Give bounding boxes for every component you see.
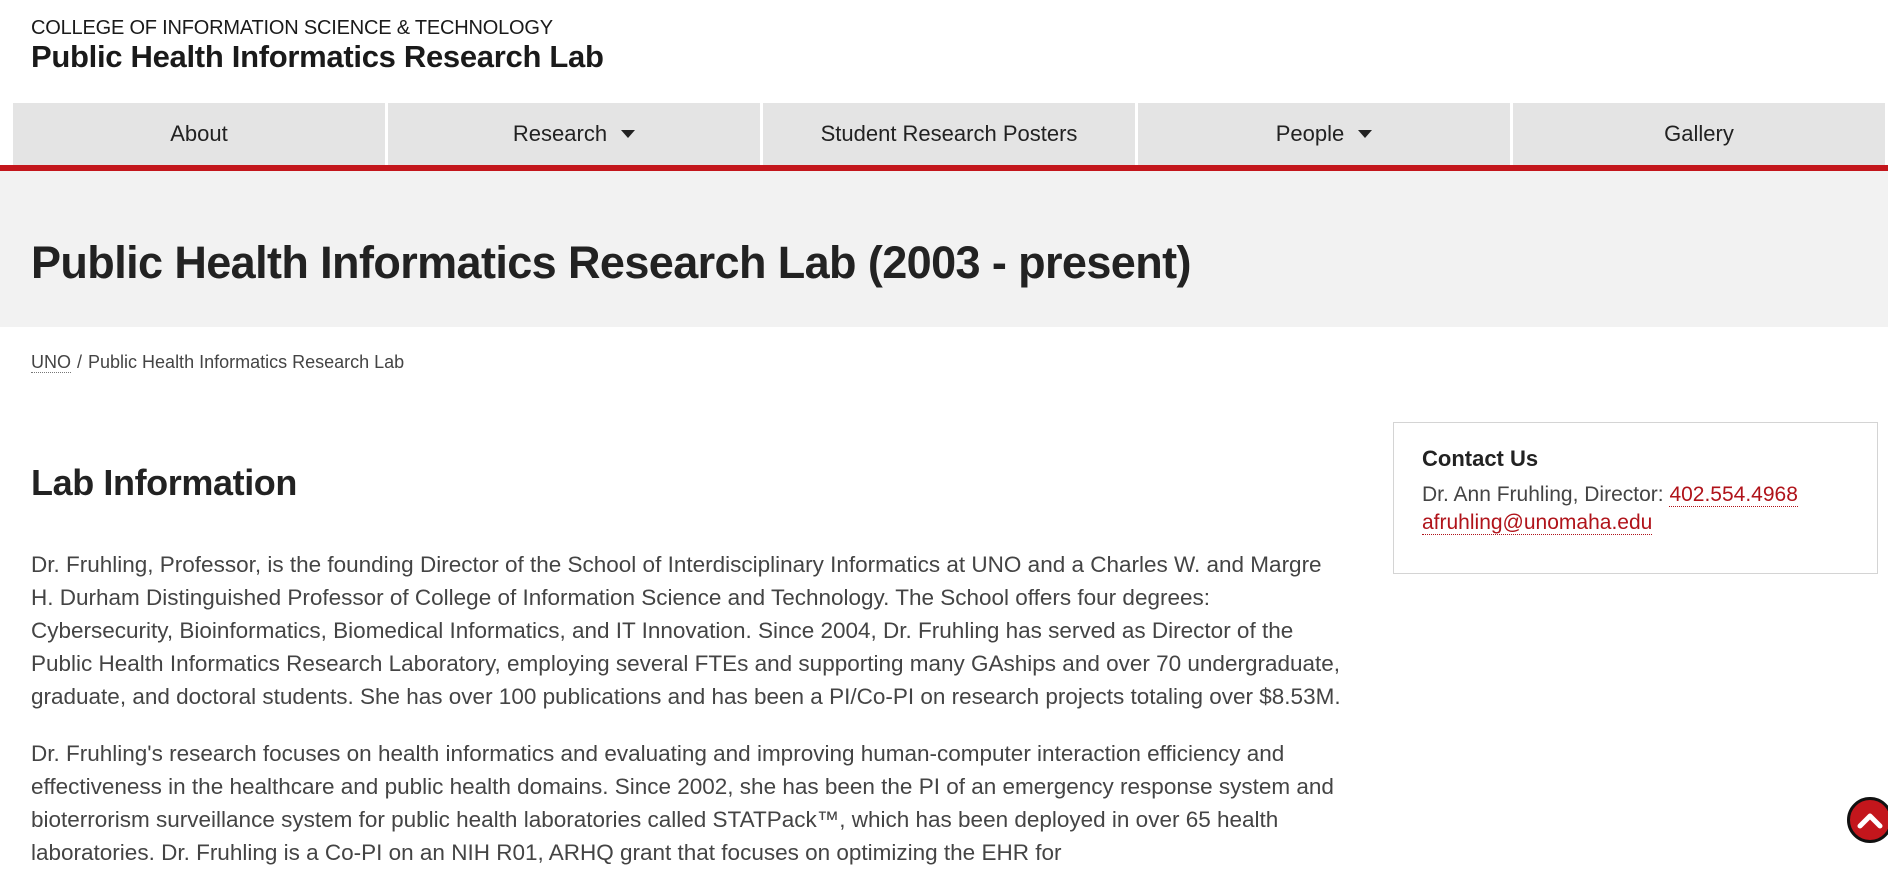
main-nav: About Research Student Research Posters … bbox=[13, 103, 1885, 165]
section-title: Lab Information bbox=[31, 462, 297, 503]
site-header: COLLEGE OF INFORMATION SCIENCE & TECHNOL… bbox=[31, 17, 604, 75]
site-title[interactable]: Public Health Informatics Research Lab bbox=[31, 39, 604, 75]
nav-item-label: About bbox=[170, 121, 228, 146]
nav-item-research[interactable]: Research bbox=[388, 103, 760, 165]
chevron-up-icon bbox=[1857, 813, 1883, 829]
back-to-top-button[interactable] bbox=[1847, 797, 1888, 843]
nav-item-label: Research bbox=[512, 121, 608, 146]
body-paragraph: Dr. Fruhling, Professor, is the founding… bbox=[31, 552, 1341, 709]
contact-director-label: Dr. Ann Fruhling, Director: bbox=[1422, 483, 1670, 506]
breadcrumb-current: Public Health Informatics Research Lab bbox=[88, 352, 405, 372]
contact-email-line: afruhling@unomaha.edu bbox=[1422, 509, 1849, 537]
breadcrumb-home-link[interactable]: UNO bbox=[31, 352, 71, 373]
contact-card: Contact Us Dr. Ann Fruhling, Director: 4… bbox=[1393, 422, 1878, 574]
main-content: Lab Information Dr. Fruhling, Professor,… bbox=[31, 455, 1341, 893]
caret-down-icon bbox=[1358, 130, 1373, 138]
college-name[interactable]: COLLEGE OF INFORMATION SCIENCE & TECHNOL… bbox=[31, 17, 604, 39]
nav-item-label: Gallery bbox=[1664, 121, 1734, 146]
nav-item-about[interactable]: About bbox=[13, 103, 385, 165]
breadcrumb: UNO / Public Health Informatics Research L… bbox=[31, 352, 404, 373]
nav-item-student-research-posters[interactable]: Student Research Posters bbox=[763, 103, 1135, 165]
nav-item-gallery[interactable]: Gallery bbox=[1513, 103, 1885, 165]
caret-down-icon bbox=[621, 130, 636, 138]
nav-item-label: People bbox=[1275, 121, 1345, 146]
contact-email-link[interactable]: afruhling@unomaha.edu bbox=[1422, 511, 1653, 535]
breadcrumb-separator: / bbox=[77, 352, 83, 372]
body-paragraph: Dr. Fruhling's research focuses on healt… bbox=[31, 741, 1334, 865]
nav-item-label: Student Research Posters bbox=[820, 121, 1078, 146]
contact-title: Contact Us bbox=[1422, 446, 1539, 471]
contact-director-line: Dr. Ann Fruhling, Director: 402.554.4968 bbox=[1422, 481, 1849, 509]
page-title: Public Health Informatics Research Lab (… bbox=[31, 237, 1191, 288]
contact-phone-link[interactable]: 402.554.4968 bbox=[1669, 483, 1798, 507]
nav-item-people[interactable]: People bbox=[1138, 103, 1510, 165]
